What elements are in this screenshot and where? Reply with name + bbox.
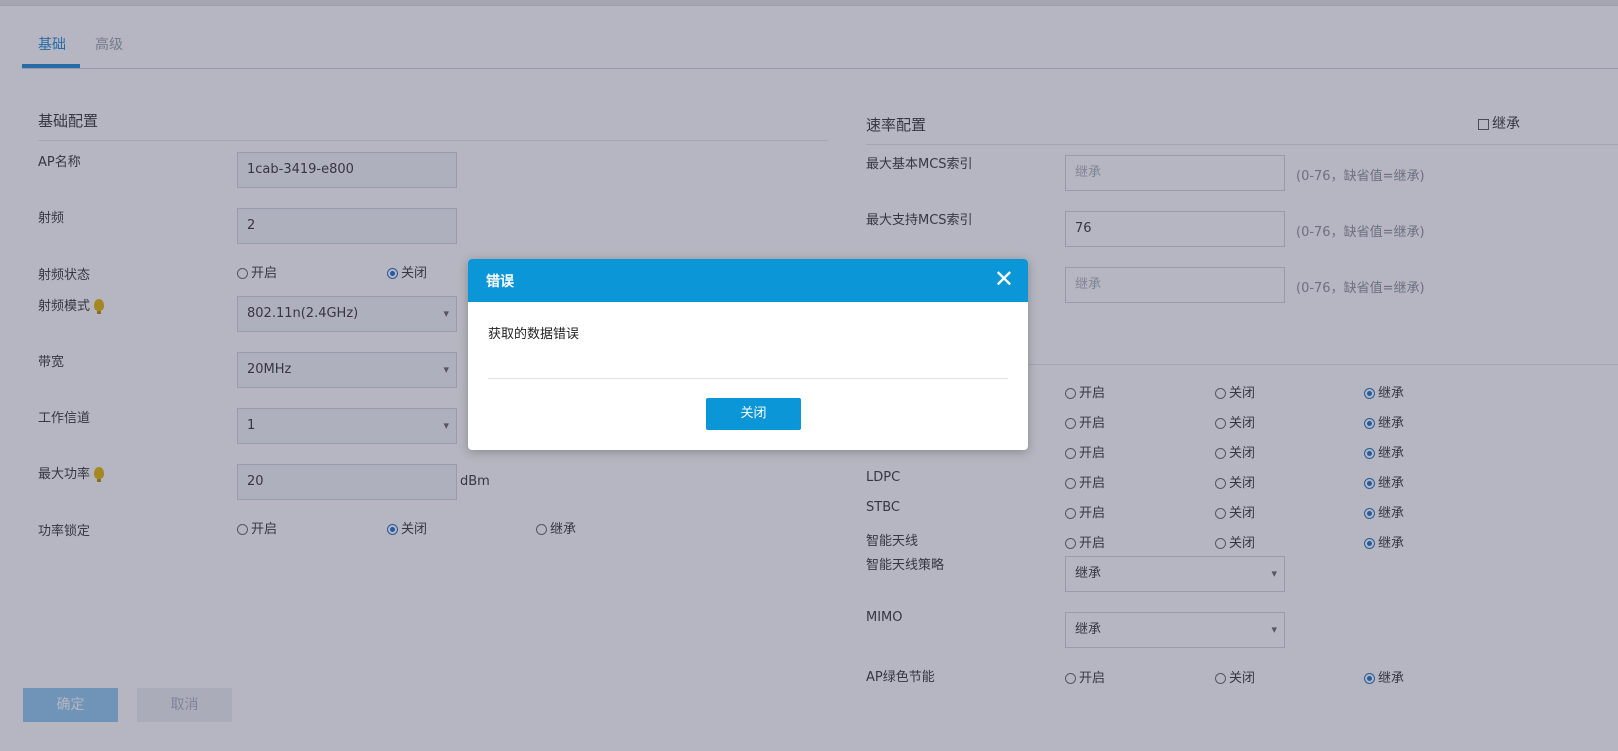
dialog-message: 获取的数据错误 xyxy=(488,327,580,342)
dialog-header: 错误 ✕ xyxy=(468,259,1028,302)
close-icon[interactable]: ✕ xyxy=(994,265,1014,293)
dialog-divider xyxy=(488,378,1008,379)
error-dialog: 错误 ✕ 获取的数据错误 关闭 xyxy=(468,259,1028,450)
dialog-close-button[interactable]: 关闭 xyxy=(706,398,801,430)
dialog-title: 错误 xyxy=(486,274,514,290)
